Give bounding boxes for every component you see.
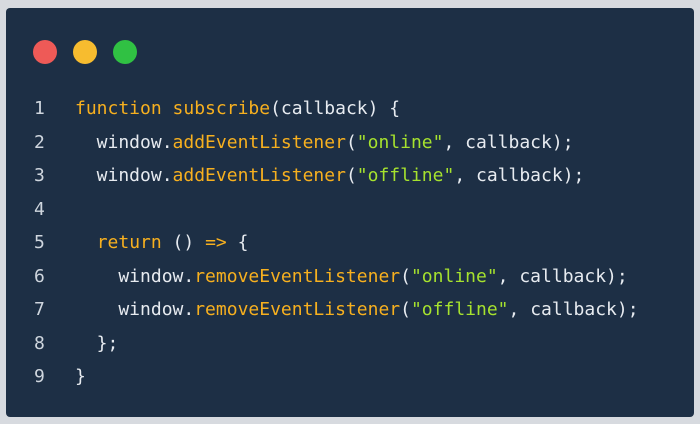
line-number: 2 bbox=[34, 131, 45, 153]
code-token: , callback); bbox=[443, 131, 574, 153]
code-token: window. bbox=[75, 131, 173, 153]
code-token: function bbox=[75, 98, 162, 119]
close-button[interactable] bbox=[33, 40, 57, 64]
code-token: window. bbox=[75, 265, 195, 287]
code-token: (callback) { bbox=[270, 98, 401, 119]
code-token: ( bbox=[400, 299, 411, 320]
code-line: 5 return () => { bbox=[6, 226, 694, 260]
code-text: function subscribe(callback) { bbox=[75, 92, 400, 126]
line-number: 6 bbox=[34, 265, 45, 287]
code-token: removeEventListener bbox=[194, 299, 401, 320]
code-token: addEventListener bbox=[172, 131, 346, 153]
code-line: 7 window.removeEventListener("offline", … bbox=[6, 293, 694, 327]
code-text: window.addEventListener("offline", callb… bbox=[75, 159, 585, 193]
code-token: }; bbox=[75, 332, 119, 354]
code-token: { bbox=[226, 232, 249, 253]
minimize-button[interactable] bbox=[73, 40, 97, 64]
code-line: 3 window.addEventListener("offline", cal… bbox=[6, 159, 694, 193]
maximize-button[interactable] bbox=[113, 40, 137, 64]
line-number: 9 bbox=[34, 366, 45, 387]
code-token: , callback); bbox=[508, 299, 639, 320]
code-line: 6 window.removeEventListener("online", c… bbox=[6, 260, 694, 294]
code-token: ( bbox=[345, 131, 357, 153]
code-line: 8 }; bbox=[6, 327, 694, 361]
code-line: 9} bbox=[6, 360, 694, 394]
code-line: 1 function subscribe(callback) { bbox=[6, 92, 694, 126]
code-text: window.removeEventListener("online", cal… bbox=[75, 260, 628, 294]
code-token: ( bbox=[400, 265, 411, 287]
code-token: "online" bbox=[356, 131, 444, 153]
code-token: removeEventListener bbox=[194, 265, 401, 287]
code-text: window.addEventListener("online", callba… bbox=[75, 126, 574, 160]
code-line: 2 window.addEventListener("online", call… bbox=[6, 126, 694, 160]
code-token: window. bbox=[75, 165, 173, 186]
code-text: window.removeEventListener("offline", ca… bbox=[75, 293, 639, 327]
code-token: , callback); bbox=[454, 165, 585, 186]
code-token: () bbox=[161, 232, 206, 253]
line-number: 3 bbox=[34, 165, 45, 186]
code-token: , callback); bbox=[497, 265, 628, 287]
code-token: window. bbox=[75, 299, 195, 320]
code-token: subscribe bbox=[172, 98, 271, 119]
code-token: ( bbox=[345, 165, 357, 186]
code-token: return bbox=[96, 232, 162, 253]
line-number: 1 bbox=[34, 98, 45, 119]
window-controls bbox=[6, 8, 694, 98]
code-line: 4 bbox=[6, 193, 694, 227]
line-number: 7 bbox=[34, 299, 45, 320]
code-token: "online" bbox=[410, 265, 498, 287]
code-text: return () => { bbox=[75, 226, 249, 260]
code-text: } bbox=[75, 360, 86, 394]
code-window: 1 function subscribe(callback) {2 window.… bbox=[6, 8, 694, 417]
code-editor: 1 function subscribe(callback) {2 window.… bbox=[6, 92, 694, 394]
code-token: addEventListener bbox=[172, 165, 346, 186]
code-token: => bbox=[205, 232, 227, 253]
code-token: } bbox=[75, 366, 86, 387]
line-number: 4 bbox=[34, 198, 45, 220]
line-number: 8 bbox=[34, 332, 45, 354]
code-token: "offline" bbox=[356, 165, 455, 186]
code-text: }; bbox=[75, 327, 119, 361]
code-token: "offline" bbox=[410, 299, 509, 320]
line-number: 5 bbox=[34, 232, 45, 253]
